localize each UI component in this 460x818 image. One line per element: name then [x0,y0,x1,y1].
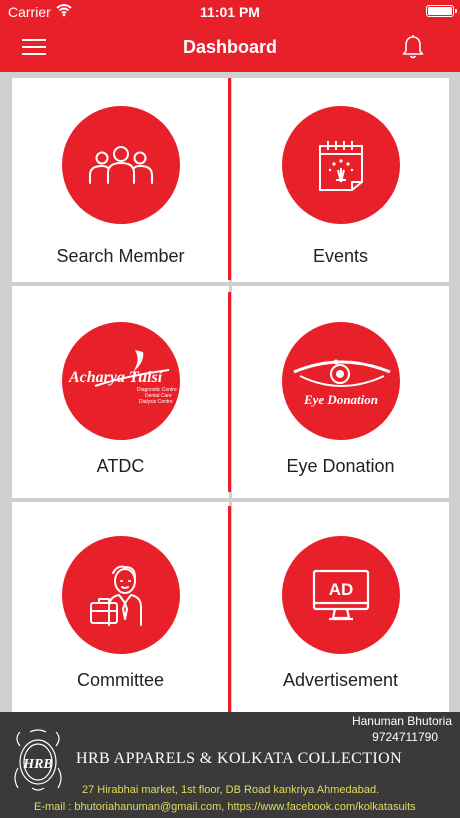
group-icon [88,146,153,184]
tile-label: Committee [76,670,165,690]
status-bar: Carrier 11:01 PM [0,0,460,22]
ad-monitor-icon: AD [312,569,369,621]
tile-eye-donation[interactable]: Eye Donation Eye Donation [232,286,449,498]
company-email[interactable]: E-mail : bhutoriahanuman@gmail.com, http… [34,801,416,813]
bell-icon[interactable] [400,34,426,60]
clock: 11:01 PM [200,4,260,20]
hrb-logo-text: HRB [22,757,53,772]
dashboard-grid: Search Member Events Acharya Tulsi Diagn… [0,72,460,712]
eye-donation-logo-circle: Eye Donation [281,322,400,440]
footer-banner[interactable]: Hanuman Bhutoria 9724711790 HRB HRB APPA… [0,712,460,818]
events-icon-circle [281,106,400,224]
column-divider [228,78,231,280]
eye-donation-logo: Eye Donation [292,359,391,407]
calendar-icon [318,141,363,191]
contact-name: Hanuman Bhutoria [351,714,452,728]
acharya-tulsi-logo: Acharya Tulsi Diagnostic Centre Dental C… [68,350,176,405]
tile-advertisement[interactable]: AD Advertisement [232,502,449,712]
column-divider [228,506,231,712]
advertisement-icon-circle: AD [281,536,400,654]
hrb-logo: HRB [14,729,62,791]
tile-search-member[interactable]: Search Member [12,78,229,282]
tile-label: Eye Donation [286,456,395,476]
acharya-tulsi-logo-line-3: Dialysis Centre [139,399,173,405]
tile-label: Advertisement [282,670,399,690]
company-address: 27 Hirabhai market, 1st floor, DB Road k… [82,784,380,796]
businessman-icon [89,565,142,626]
tile-atdc[interactable]: Acharya Tulsi Diagnostic Centre Dental C… [12,286,229,498]
search-member-icon-circle [61,106,180,224]
atdc-logo-circle: Acharya Tulsi Diagnostic Centre Dental C… [61,322,180,440]
tile-label: Events [312,246,369,266]
battery-icon [426,5,457,17]
column-divider [228,292,231,492]
company-name: HRB APPARELS & KOLKATA COLLECTION [76,750,403,767]
eye-donation-logo-text: Eye Donation [302,392,377,407]
ad-monitor-text: AD [328,580,353,599]
tile-events[interactable]: Events [232,78,449,282]
committee-icon-circle [61,536,180,654]
contact-phone: 9724711790 [372,730,438,744]
tile-committee[interactable]: Committee [12,502,229,712]
tile-label: ATDC [96,456,145,476]
acharya-tulsi-logo-text: Acharya Tulsi [68,369,163,386]
page-title: Dashboard [182,37,278,57]
header: Dashboard [0,22,460,72]
tile-label: Search Member [56,246,185,266]
